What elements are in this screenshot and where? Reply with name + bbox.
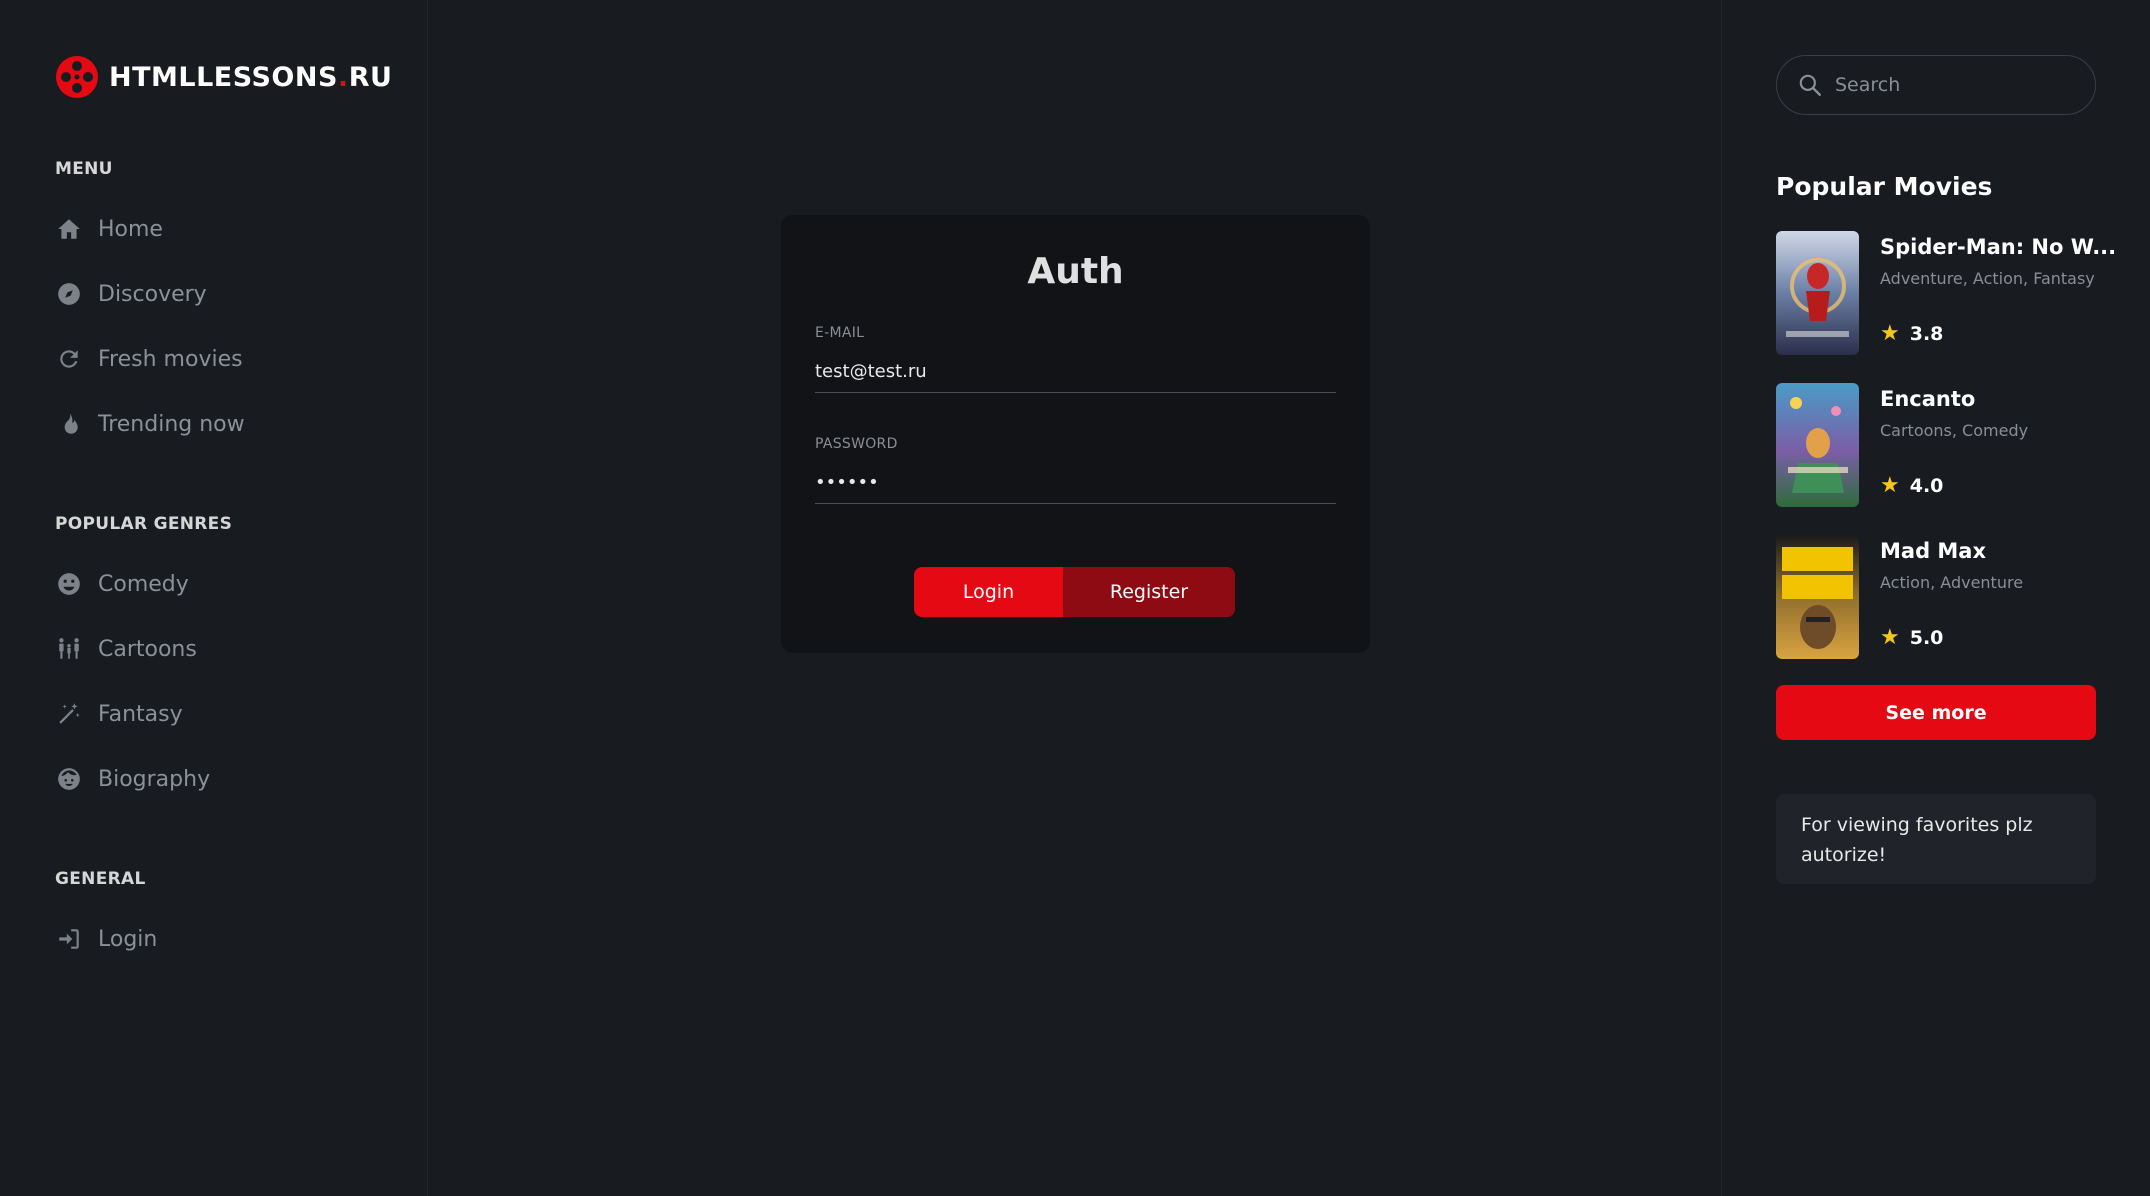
- movie-title: Encanto: [1880, 387, 1976, 411]
- sidebar-item-label: Cartoons: [98, 636, 197, 662]
- search-icon: [1799, 74, 1821, 96]
- star-icon: ★: [1880, 473, 1900, 498]
- movie-poster[interactable]: [1776, 231, 1859, 355]
- logo-text: HTMLLESSONS.RU: [109, 61, 393, 93]
- movie-poster[interactable]: [1776, 383, 1859, 507]
- rating-value: 3.8: [1909, 323, 1944, 345]
- sidebar-item-fantasy[interactable]: Fantasy: [55, 694, 183, 734]
- magic-wand-icon: [55, 700, 83, 728]
- sidebar-item-home[interactable]: Home: [55, 209, 163, 249]
- rating-value: 4.0: [1909, 475, 1944, 497]
- logo[interactable]: HTMLLESSONS.RU: [55, 55, 392, 99]
- movie-poster[interactable]: [1776, 535, 1859, 659]
- sidebar-item-label: Login: [98, 926, 158, 952]
- movie-item-encanto[interactable]: Encanto Cartoons, Comedy ★ 4.0: [1776, 383, 2096, 507]
- sidebar-item-label: Fresh movies: [98, 346, 243, 372]
- menu-title: MENU: [55, 159, 113, 179]
- fire-icon: [55, 410, 83, 438]
- login-button[interactable]: Login: [914, 567, 1063, 617]
- favorites-notice: For viewing favorites plz autorize!: [1776, 794, 2096, 884]
- search-box[interactable]: [1776, 55, 2096, 115]
- right-sidebar: Popular Movies Spider-Man: No W... Adven…: [1721, 0, 2150, 1196]
- password-label: PASSWORD: [815, 436, 898, 452]
- sidebar-item-label: Comedy: [98, 571, 189, 597]
- movie-item-mad-max[interactable]: Mad Max Action, Adventure ★ 5.0: [1776, 535, 2096, 659]
- movie-title: Spider-Man: No W...: [1880, 235, 2117, 259]
- see-more-button[interactable]: See more: [1776, 685, 2096, 740]
- star-icon: ★: [1880, 625, 1900, 650]
- sidebar-item-biography[interactable]: Biography: [55, 759, 210, 799]
- email-field[interactable]: [815, 351, 1336, 393]
- movie-title: Mad Max: [1880, 539, 1987, 563]
- sidebar-item-label: Home: [98, 216, 163, 242]
- sign-in-icon: [55, 925, 83, 953]
- left-sidebar: HTMLLESSONS.RU MENU Home Discovery Fresh…: [0, 0, 428, 1196]
- general-title: GENERAL: [55, 869, 146, 889]
- sidebar-item-trending-now[interactable]: Trending now: [55, 404, 245, 444]
- sidebar-item-label: Trending now: [98, 411, 245, 437]
- face-icon: [55, 765, 83, 793]
- movie-rating: ★ 4.0: [1880, 473, 1944, 498]
- smile-icon: [55, 570, 83, 598]
- auth-button-group: Login Register: [914, 567, 1235, 617]
- movie-genres: Action, Adventure: [1880, 573, 2024, 592]
- home-icon: [55, 215, 83, 243]
- sidebar-item-label: Fantasy: [98, 701, 183, 727]
- sidebar-item-label: Biography: [98, 766, 211, 792]
- movie-genres: Cartoons, Comedy: [1880, 421, 2029, 440]
- refresh-icon: [55, 345, 83, 373]
- movie-rating: ★ 3.8: [1880, 321, 1944, 346]
- auth-title: Auth: [1027, 251, 1124, 292]
- movie-rating: ★ 5.0: [1880, 625, 1944, 650]
- auth-card: Auth E-MAIL PASSWORD Login Register: [781, 215, 1370, 653]
- family-icon: [55, 635, 83, 663]
- rating-value: 5.0: [1909, 627, 1944, 649]
- search-input[interactable]: [1835, 74, 2075, 96]
- sidebar-item-login[interactable]: Login: [55, 919, 157, 959]
- movie-item-spider-man[interactable]: Spider-Man: No W... Adventure, Action, F…: [1776, 231, 2116, 355]
- popular-genres-title: POPULAR GENRES: [55, 514, 233, 534]
- movie-genres: Adventure, Action, Fantasy: [1880, 269, 2095, 288]
- sidebar-item-fresh-movies[interactable]: Fresh movies: [55, 339, 243, 379]
- sidebar-item-cartoons[interactable]: Cartoons: [55, 629, 197, 669]
- popular-movies-title: Popular Movies: [1776, 172, 1993, 201]
- sidebar-item-comedy[interactable]: Comedy: [55, 564, 189, 604]
- film-reel-icon: [56, 56, 98, 98]
- register-button[interactable]: Register: [1063, 567, 1235, 617]
- sidebar-item-label: Discovery: [98, 281, 207, 307]
- password-field[interactable]: [815, 462, 1336, 504]
- compass-icon: [55, 280, 83, 308]
- sidebar-item-discovery[interactable]: Discovery: [55, 274, 207, 314]
- email-label: E-MAIL: [815, 325, 865, 341]
- star-icon: ★: [1880, 321, 1900, 346]
